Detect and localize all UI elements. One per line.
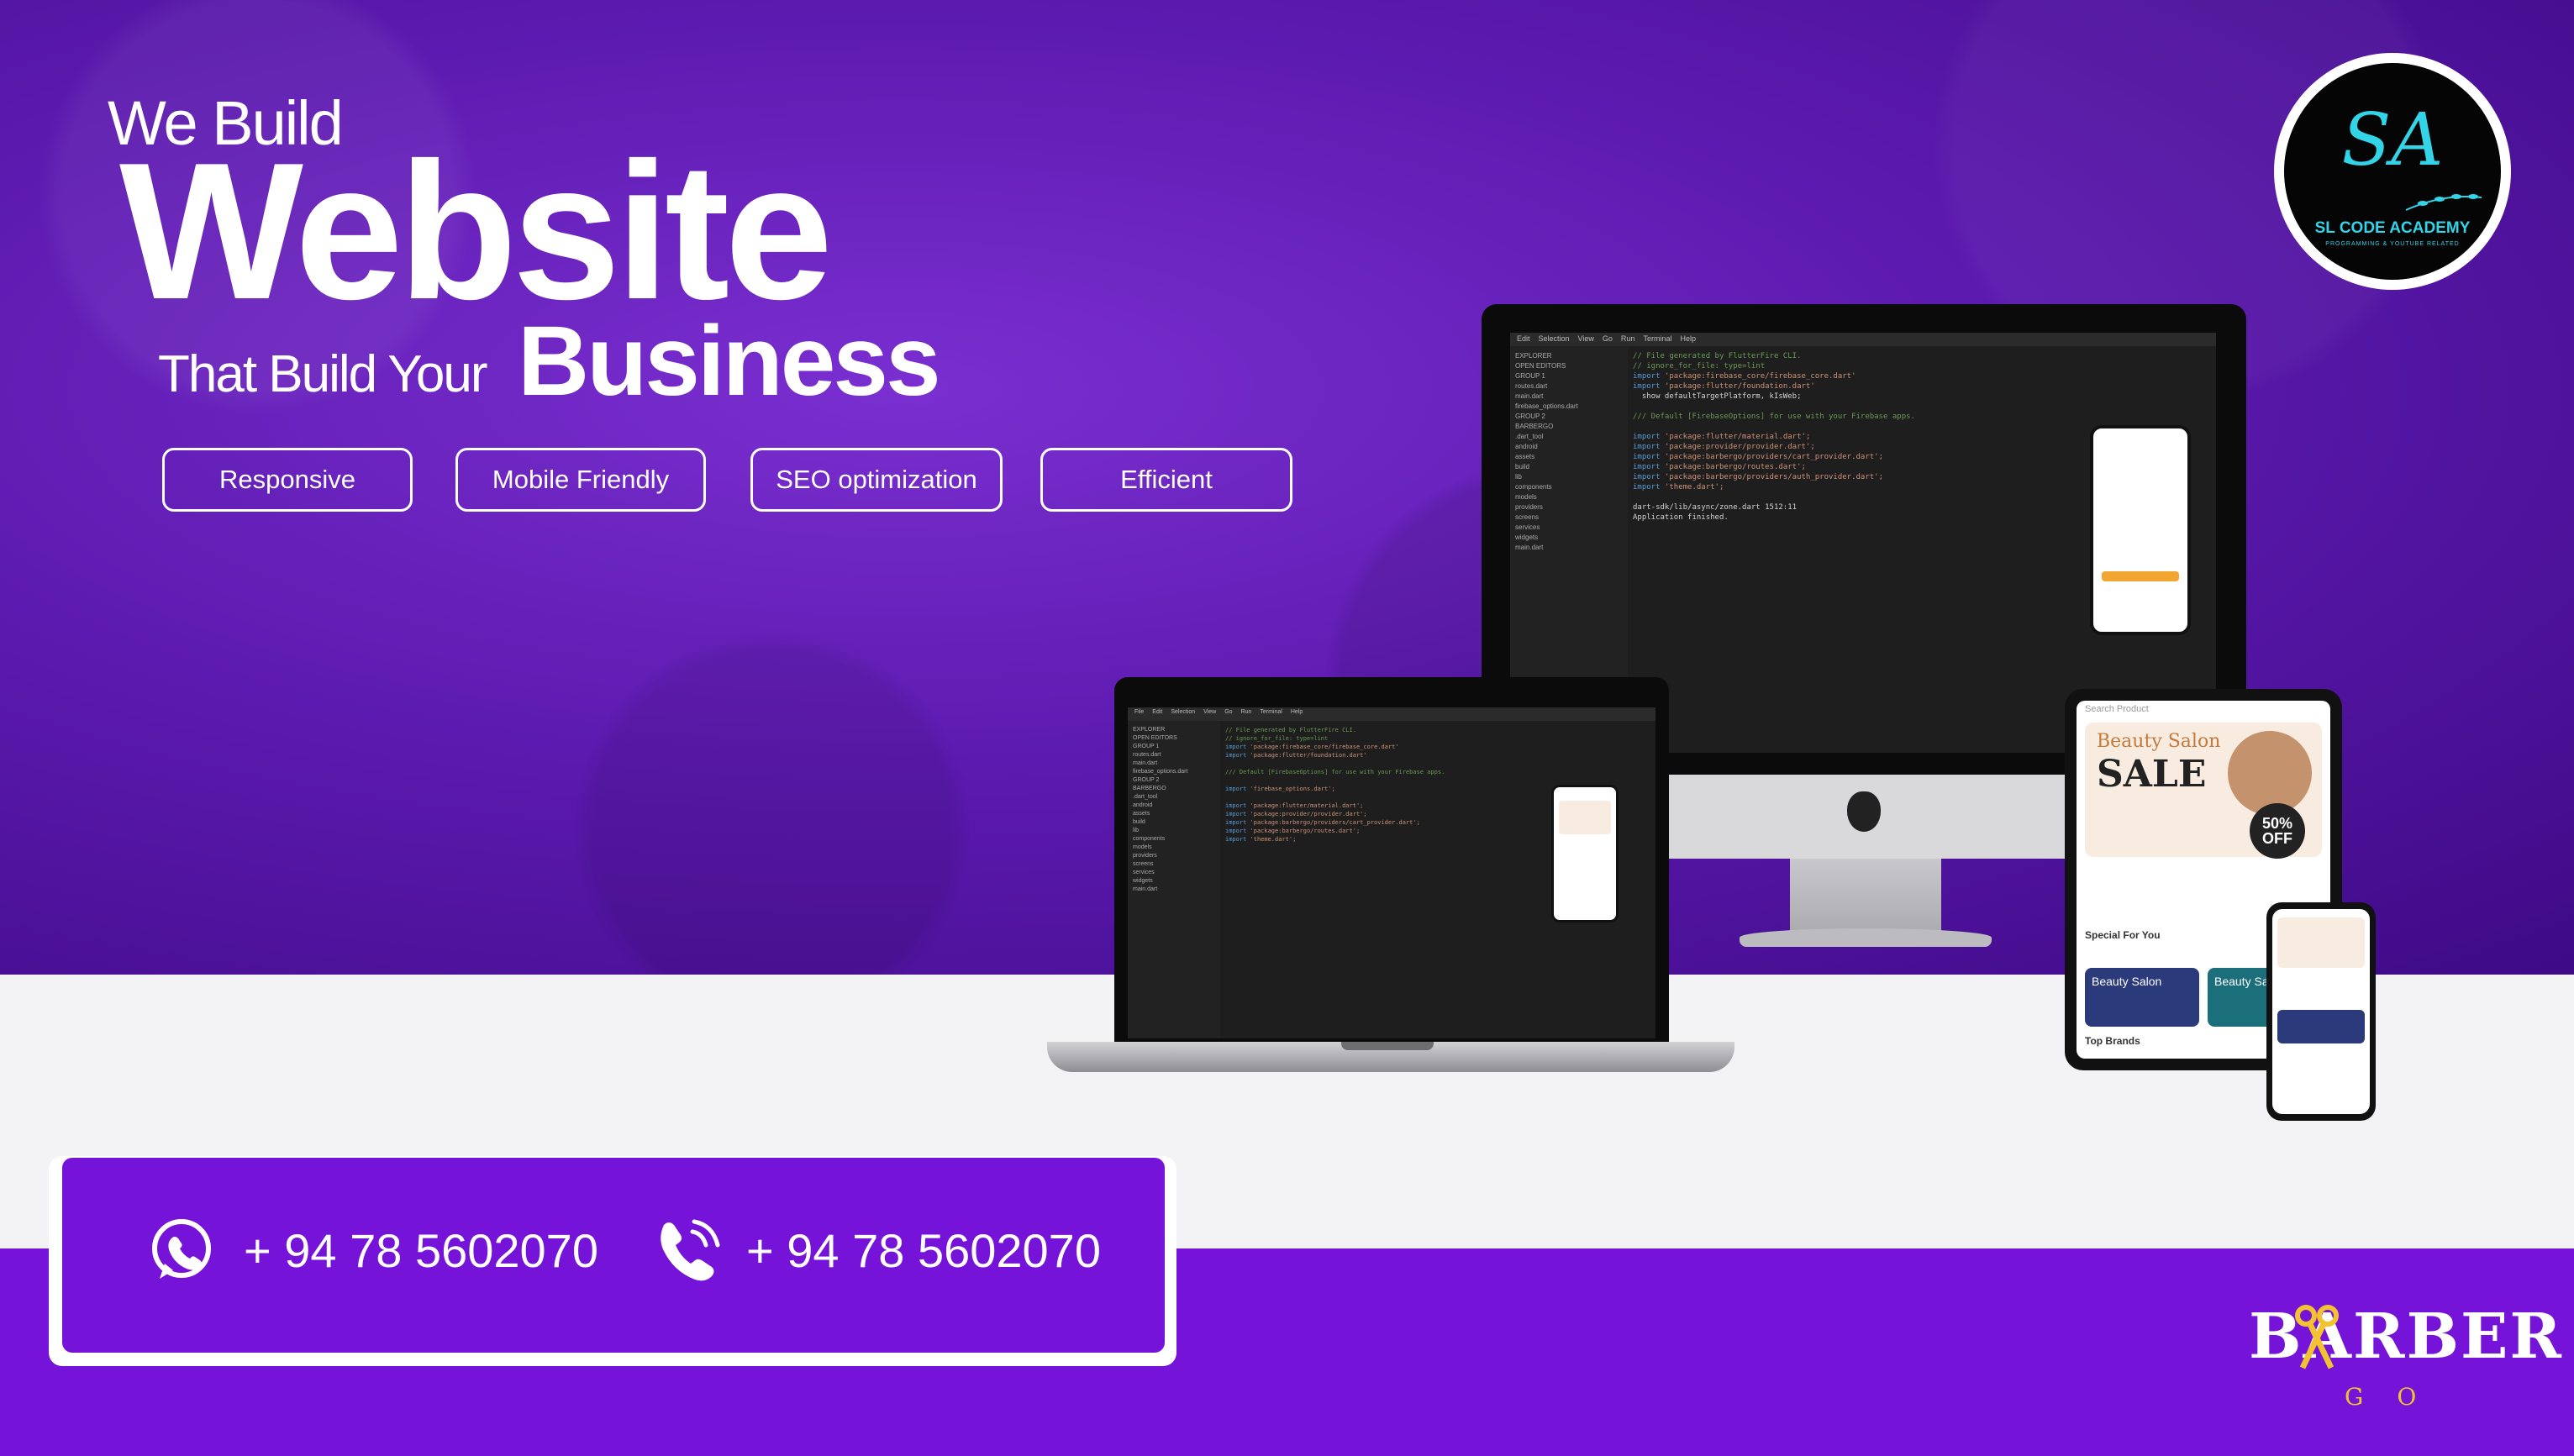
laptop-code-editor: File Edit Selection View Go Run Terminal Help E… [1128,707,1655,1038]
laurel-icon [2405,194,2482,211]
laptop-notch [1341,1042,1434,1050]
sale-badge: 50% OFF [2250,803,2305,859]
apple-logo-icon [1847,791,1881,832]
sale-banner: Beauty Salon SALE 50% OFF [2085,723,2322,859]
feature-pill-efficient: Efficient [1040,448,1292,512]
scissors-icon [2295,1305,2339,1369]
sl-code-academy-logo: SA SL CODE ACADEMY PROGRAMMING & YOUTUBE… [2274,53,2511,290]
feature-pill-mobile-friendly: Mobile Friendly [455,448,706,512]
sale-banner-title: Beauty Salon [2097,731,2221,752]
whatsapp-number[interactable]: + 94 78 5602070 [244,1223,598,1278]
feature-pill-seo: SEO optimization [750,448,1003,512]
laptop-explorer: EXPLORER OPEN EDITORS GROUP 1 routes.dart ma… [1128,721,1220,1038]
logo-tagline: PROGRAMMING & YOUTUBE RELATED [2325,241,2460,247]
whatsapp-icon [152,1219,211,1279]
monitor-phone-preview [2090,425,2191,635]
feature-pill-responsive: Responsive [162,448,413,512]
headline-website: Website [119,123,833,340]
monitor-stand [1790,859,1941,938]
salon-tile-1: Beauty Salon [2085,968,2199,1027]
headline-that-build-your: That Build Your [158,345,488,403]
sale-banner-big: SALE [2097,753,2207,796]
monitor-base [1740,928,1992,947]
logo-name: SL CODE ACADEMY [2314,219,2471,237]
laptop-editor-menubar: File Edit Selection View Go Run Terminal Help [1128,707,1655,721]
headline-business: Business [518,306,941,417]
model-photo [2228,731,2312,815]
small-phone [2266,902,2376,1121]
logo-monogram: SA [2341,98,2444,182]
editor-menubar: Edit Selection View Go Run Terminal Help [1510,333,2216,346]
laptop: File Edit Selection View Go Run Terminal Help E… [1114,677,1669,1043]
laptop-phone-preview [1551,785,1619,922]
phone-call-icon [661,1219,720,1281]
special-for-you-label: Special For You [2085,929,2161,941]
small-phone-screen [2272,909,2370,1114]
barber-go-logo-go: GO [2345,1383,2450,1411]
phone-number[interactable]: + 94 78 5602070 [746,1223,1101,1278]
top-brands-label: Top Brands [2085,1035,2140,1047]
tablet-search: Search Product [2085,704,2149,714]
